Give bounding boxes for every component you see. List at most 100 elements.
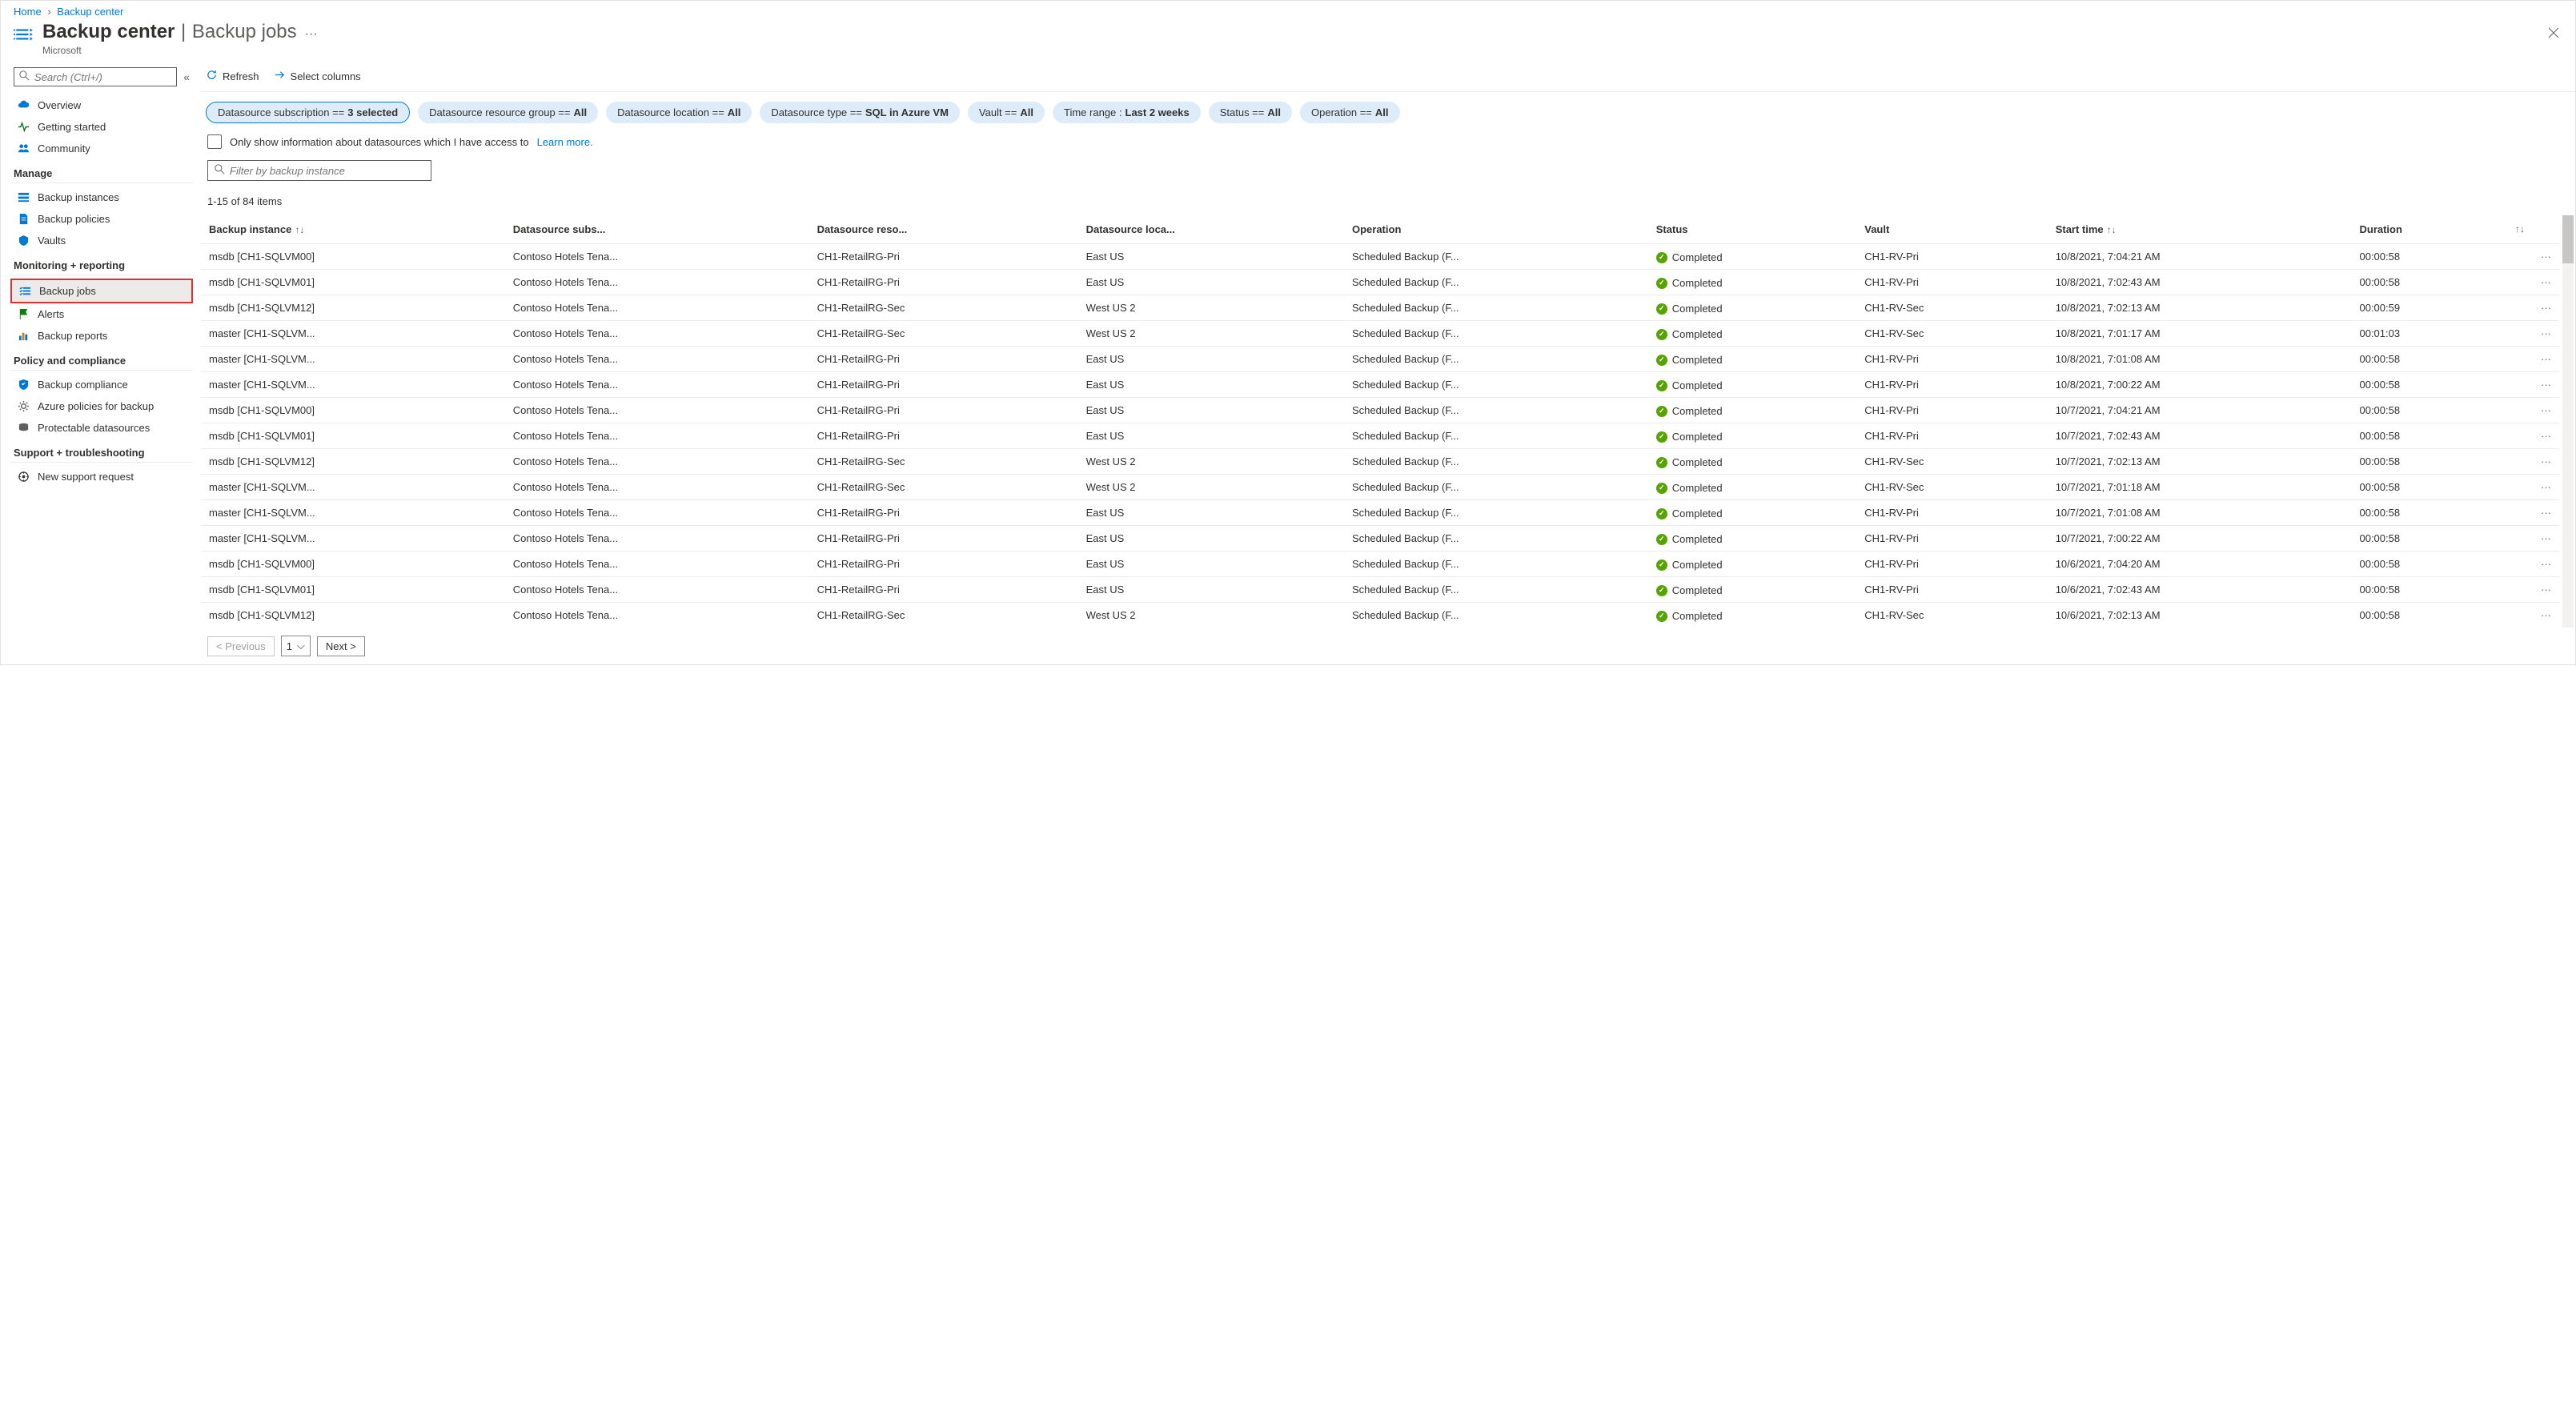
refresh-button[interactable]: Refresh <box>206 69 259 83</box>
filter-pill[interactable]: Operation == All <box>1300 102 1400 123</box>
table-row[interactable]: msdb [CH1-SQLVM00]Contoso Hotels Tena...… <box>201 552 2559 577</box>
table-row[interactable]: msdb [CH1-SQLVM01]Contoso Hotels Tena...… <box>201 577 2559 603</box>
filter-pill[interactable]: Status == All <box>1209 102 1292 123</box>
cell-subs: Contoso Hotels Tena... <box>505 244 809 270</box>
people-icon <box>17 142 30 154</box>
success-icon <box>1656 431 1667 443</box>
table-row[interactable]: master [CH1-SQLVM...Contoso Hotels Tena.… <box>201 500 2559 526</box>
pager-next[interactable]: Next > <box>317 636 365 656</box>
col-op[interactable]: Operation <box>1344 215 1648 244</box>
col-loc[interactable]: Datasource loca... <box>1078 215 1344 244</box>
row-menu-button[interactable]: ··· <box>2533 398 2559 423</box>
row-menu-button[interactable]: ··· <box>2533 449 2559 475</box>
col-rg[interactable]: Datasource reso... <box>809 215 1078 244</box>
breadcrumb-home[interactable]: Home <box>14 6 42 18</box>
row-menu-button[interactable]: ··· <box>2533 347 2559 372</box>
row-menu-button[interactable]: ··· <box>2533 244 2559 270</box>
table-row[interactable]: msdb [CH1-SQLVM12]Contoso Hotels Tena...… <box>201 603 2559 628</box>
filter-pill[interactable]: Datasource location == All <box>606 102 752 123</box>
filter-icon <box>215 164 225 177</box>
table-row[interactable]: msdb [CH1-SQLVM00]Contoso Hotels Tena...… <box>201 398 2559 423</box>
cell-subs: Contoso Hotels Tena... <box>505 270 809 295</box>
row-menu-button[interactable]: ··· <box>2533 526 2559 552</box>
filter-pill[interactable]: Vault == All <box>968 102 1045 123</box>
filter-instance-input[interactable] <box>230 165 424 177</box>
main-content: Refresh Select columns Datasource subscr… <box>193 64 2575 664</box>
sidebar-item-label: Backup compliance <box>38 379 128 391</box>
sidebar-item-backup-policies[interactable]: Backup policies <box>10 208 193 230</box>
table-row[interactable]: master [CH1-SQLVM...Contoso Hotels Tena.… <box>201 372 2559 398</box>
row-menu-button[interactable]: ··· <box>2533 295 2559 321</box>
sidebar-item-backup-instances[interactable]: Backup instances <box>10 187 193 208</box>
success-icon <box>1656 303 1667 315</box>
support-icon <box>17 471 30 483</box>
row-menu-button[interactable]: ··· <box>2533 577 2559 603</box>
sidebar-item-backup-jobs[interactable]: Backup jobs <box>10 279 193 303</box>
breadcrumb-current[interactable]: Backup center <box>57 6 123 18</box>
sidebar-item-overview[interactable]: Overview <box>10 94 193 116</box>
filter-instance[interactable] <box>207 160 431 181</box>
access-checkbox[interactable] <box>207 134 222 149</box>
scrollbar-thumb[interactable] <box>2562 215 2574 263</box>
cell-loc: East US <box>1078 423 1344 449</box>
sidebar-item-community[interactable]: Community <box>10 138 193 159</box>
sidebar-item-label: Backup instances <box>38 191 119 203</box>
filter-pill[interactable]: Time range : Last 2 weeks <box>1053 102 1201 123</box>
col-subs[interactable]: Datasource subs... <box>505 215 809 244</box>
row-menu-button[interactable]: ··· <box>2533 270 2559 295</box>
cell-loc: East US <box>1078 398 1344 423</box>
sidebar-item-backup-reports[interactable]: Backup reports <box>10 325 193 347</box>
cell-loc: East US <box>1078 270 1344 295</box>
table-row[interactable]: msdb [CH1-SQLVM12]Contoso Hotels Tena...… <box>201 295 2559 321</box>
table-row[interactable]: master [CH1-SQLVM...Contoso Hotels Tena.… <box>201 475 2559 500</box>
sidebar-item-protectable-datasources[interactable]: Protectable datasources <box>10 417 193 439</box>
collapse-sidebar-button[interactable]: « <box>183 70 190 83</box>
table-row[interactable]: msdb [CH1-SQLVM12]Contoso Hotels Tena...… <box>201 449 2559 475</box>
row-menu-button[interactable]: ··· <box>2533 500 2559 526</box>
sidebar-search-input[interactable] <box>34 71 171 83</box>
col-duration[interactable]: Duration↑↓ <box>2351 215 2533 244</box>
cell-start: 10/6/2021, 7:02:13 AM <box>2048 603 2352 628</box>
pager-prev[interactable]: < Previous <box>207 636 275 656</box>
sidebar-item-vaults[interactable]: Vaults <box>10 230 193 251</box>
filter-pill[interactable]: Datasource resource group == All <box>418 102 598 123</box>
learn-more-link[interactable]: Learn more. <box>537 136 593 148</box>
sidebar-item-new-support-request[interactable]: New support request <box>10 466 193 487</box>
close-button[interactable] <box>2545 24 2562 44</box>
row-menu-button[interactable]: ··· <box>2533 321 2559 347</box>
filter-pill[interactable]: Datasource subscription == 3 selected <box>206 102 410 123</box>
table-row[interactable]: master [CH1-SQLVM...Contoso Hotels Tena.… <box>201 526 2559 552</box>
gear-icon <box>17 400 30 412</box>
cell-vault: CH1-RV-Pri <box>1856 398 2047 423</box>
pager-page-select[interactable]: 1 ⌵ <box>281 636 311 656</box>
table-row[interactable]: master [CH1-SQLVM...Contoso Hotels Tena.… <box>201 321 2559 347</box>
table-row[interactable]: msdb [CH1-SQLVM00]Contoso Hotels Tena...… <box>201 244 2559 270</box>
more-icon[interactable]: ··· <box>305 27 318 42</box>
col-start[interactable]: Start time↑↓ <box>2048 215 2352 244</box>
col-instance[interactable]: Backup instance↑↓ <box>201 215 505 244</box>
select-columns-button[interactable]: Select columns <box>274 69 361 83</box>
row-menu-button[interactable]: ··· <box>2533 423 2559 449</box>
sidebar-item-getting-started[interactable]: Getting started <box>10 116 193 138</box>
col-status[interactable]: Status <box>1648 215 1856 244</box>
row-menu-button[interactable]: ··· <box>2533 552 2559 577</box>
scrollbar-track[interactable] <box>2562 215 2574 628</box>
sidebar-search[interactable] <box>14 67 177 86</box>
row-menu-button[interactable]: ··· <box>2533 475 2559 500</box>
table-row[interactable]: msdb [CH1-SQLVM01]Contoso Hotels Tena...… <box>201 270 2559 295</box>
refresh-label: Refresh <box>223 70 259 82</box>
sidebar-item-azure-policies-for-backup[interactable]: Azure policies for backup <box>10 395 193 417</box>
vault-icon <box>17 235 30 247</box>
cell-op: Scheduled Backup (F... <box>1344 500 1648 526</box>
success-icon <box>1656 406 1667 417</box>
table-row[interactable]: msdb [CH1-SQLVM01]Contoso Hotels Tena...… <box>201 423 2559 449</box>
sidebar-item-backup-compliance[interactable]: Backup compliance <box>10 374 193 395</box>
pill-value: 3 selected <box>347 106 398 118</box>
col-vault[interactable]: Vault <box>1856 215 2047 244</box>
table-row[interactable]: master [CH1-SQLVM...Contoso Hotels Tena.… <box>201 347 2559 372</box>
row-menu-button[interactable]: ··· <box>2533 372 2559 398</box>
row-menu-button[interactable]: ··· <box>2533 603 2559 628</box>
filter-pill[interactable]: Datasource type == SQL in Azure VM <box>760 102 959 123</box>
cell-instance: master [CH1-SQLVM... <box>201 475 505 500</box>
sidebar-item-alerts[interactable]: Alerts <box>10 303 193 325</box>
